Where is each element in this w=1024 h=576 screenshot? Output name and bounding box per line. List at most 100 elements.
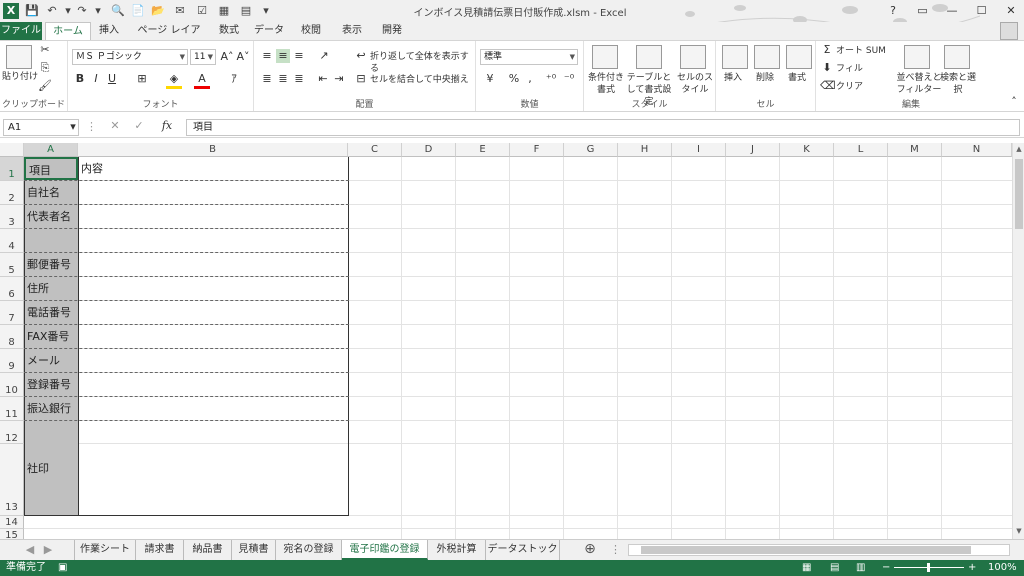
sheet-tab-data[interactable]: データストック — [486, 540, 560, 560]
find-select-icon[interactable] — [944, 45, 970, 69]
row-header-6[interactable]: 6 — [0, 277, 24, 301]
percent-button[interactable]: % — [508, 72, 520, 86]
cell-a7[interactable]: 電話番号 — [24, 301, 78, 324]
row-header-13[interactable]: 13 — [0, 444, 24, 516]
close-button[interactable]: ✕ — [998, 0, 1024, 22]
sheet-tab-estimate[interactable]: 見積書 — [232, 540, 276, 560]
row-header-8[interactable]: 8 — [0, 325, 24, 349]
print-preview-icon[interactable]: 🔍 — [110, 3, 126, 19]
cell-b1[interactable]: 内容 — [78, 157, 348, 180]
sheet-tab-invoice[interactable]: 請求書 — [136, 540, 184, 560]
name-box-dropdown-icon[interactable]: ▾ — [68, 120, 78, 134]
help-button[interactable]: ? — [880, 0, 906, 22]
page-layout-view-icon[interactable]: ▤ — [830, 560, 839, 576]
paste-icon[interactable] — [6, 45, 32, 69]
next-sheet-icon[interactable]: ▶ — [42, 543, 54, 557]
cell-a10[interactable]: 登録番号 — [24, 373, 78, 396]
tab-home[interactable]: ホーム — [45, 22, 91, 40]
table-icon[interactable]: ▦ — [216, 3, 232, 19]
tab-file[interactable]: ファイル — [0, 22, 42, 40]
zoom-slider-thumb[interactable] — [927, 563, 930, 572]
save-icon[interactable]: 💾 — [24, 3, 40, 19]
scroll-down-icon[interactable]: ▼ — [1014, 527, 1024, 535]
tab-view[interactable]: 表示 — [337, 22, 367, 40]
font-color-icon[interactable]: A — [194, 72, 210, 89]
cell-a4[interactable] — [24, 229, 78, 252]
conditional-format-button[interactable]: 条件付き書式 — [586, 72, 626, 96]
scroll-up-icon[interactable]: ▲ — [1014, 145, 1024, 153]
increase-decimal-icon[interactable]: ⁺⁰ — [544, 72, 558, 86]
normal-view-icon[interactable]: ▦ — [802, 560, 811, 576]
horizontal-scrollbar[interactable] — [628, 544, 1010, 556]
cell-a11[interactable]: 振込銀行 — [24, 397, 78, 420]
sort-filter-icon[interactable] — [904, 45, 930, 69]
row-header-5[interactable]: 5 — [0, 253, 24, 277]
customize-icon[interactable]: ▾ — [258, 3, 274, 19]
comma-button[interactable]: , — [524, 72, 536, 86]
cell-styles-button[interactable]: セルのスタイル — [676, 72, 714, 96]
tab-page-layout[interactable]: ページ レイアウト — [134, 22, 204, 54]
align-left-icon[interactable]: ≣ — [260, 72, 274, 86]
cell-a12[interactable]: 社印 — [24, 421, 78, 516]
cell-a5[interactable]: 郵便番号 — [24, 253, 78, 276]
row-header-2[interactable]: 2 — [0, 181, 24, 205]
shrink-font-icon[interactable]: A˅ — [236, 50, 250, 64]
cancel-icon[interactable]: ✕ — [108, 119, 122, 133]
delete-cells-button[interactable]: 削除 — [756, 72, 774, 84]
maximize-button[interactable]: ☐ — [969, 0, 995, 22]
column-header-a[interactable]: A — [24, 143, 78, 157]
cut-icon[interactable]: ✂ — [38, 43, 52, 57]
vertical-scrollbar[interactable]: ▲ ▼ — [1012, 143, 1024, 539]
format-painter-icon[interactable]: 🖌 — [38, 79, 52, 93]
ribbon-display-button[interactable]: ▭ — [910, 0, 936, 22]
tab-formulas[interactable]: 数式 — [214, 22, 244, 40]
column-header-l[interactable]: L — [834, 143, 888, 157]
bold-button[interactable]: B — [74, 72, 86, 86]
cell-styles-icon[interactable] — [680, 45, 706, 69]
italic-button[interactable]: I — [90, 72, 102, 86]
format-as-table-icon[interactable] — [636, 45, 662, 69]
format-cells-button[interactable]: 書式 — [788, 72, 806, 84]
cell-a6[interactable]: 住所 — [24, 277, 78, 300]
cell-a1[interactable]: 項目 — [24, 157, 78, 180]
select-all-corner[interactable] — [0, 143, 24, 157]
macro-record-icon[interactable]: ▣ — [58, 560, 67, 576]
row-header-11[interactable]: 11 — [0, 397, 24, 421]
scroll-thumb[interactable] — [1015, 159, 1023, 229]
column-header-e[interactable]: E — [456, 143, 510, 157]
find-select-button[interactable]: 検索と選択 — [940, 72, 976, 96]
fill-color-icon[interactable]: ◈ — [166, 72, 182, 89]
column-header-m[interactable]: M — [888, 143, 942, 157]
zoom-level[interactable]: 100% — [988, 560, 1017, 576]
column-header-i[interactable]: I — [672, 143, 726, 157]
clear-button[interactable]: クリア — [836, 81, 863, 93]
enter-icon[interactable]: ✓ — [132, 119, 146, 133]
increase-indent-icon[interactable]: ⇥ — [332, 72, 346, 86]
email-icon[interactable]: ✉ — [172, 3, 188, 19]
paste-button[interactable]: 貼り付け — [2, 71, 38, 83]
cell-a9[interactable]: メール — [24, 349, 78, 372]
align-top-icon[interactable]: ≡ — [260, 49, 274, 63]
tab-developer[interactable]: 開発 — [377, 22, 407, 40]
row-header-15[interactable]: 15 — [0, 529, 24, 539]
sheet-icon[interactable]: ▤ — [238, 3, 254, 19]
redo-icon[interactable]: ↷ — [74, 3, 90, 19]
horizontal-scroll-thumb[interactable] — [641, 546, 971, 554]
redo-dropdown-icon[interactable]: ▾ — [90, 3, 106, 19]
insert-cells-button[interactable]: 挿入 — [724, 72, 742, 84]
zoom-out-icon[interactable]: − — [882, 560, 890, 576]
insert-function-icon[interactable]: fx — [158, 119, 176, 133]
wrap-text-icon[interactable]: ↩ — [354, 49, 368, 63]
align-middle-icon[interactable]: ≡ — [276, 49, 290, 63]
column-header-d[interactable]: D — [402, 143, 456, 157]
formula-input[interactable]: 項目 — [186, 119, 1020, 136]
avatar[interactable] — [1000, 22, 1018, 40]
underline-button[interactable]: U — [106, 72, 118, 86]
sheet-tab-delivery[interactable]: 納品書 — [184, 540, 232, 560]
format-cells-icon[interactable] — [786, 45, 812, 69]
row-header-14[interactable]: 14 — [0, 516, 24, 529]
row-header-1[interactable]: 1 — [0, 157, 24, 181]
undo-icon[interactable]: ↶ — [44, 3, 60, 19]
column-header-n[interactable]: N — [942, 143, 1012, 157]
zoom-in-icon[interactable]: + — [968, 560, 976, 576]
